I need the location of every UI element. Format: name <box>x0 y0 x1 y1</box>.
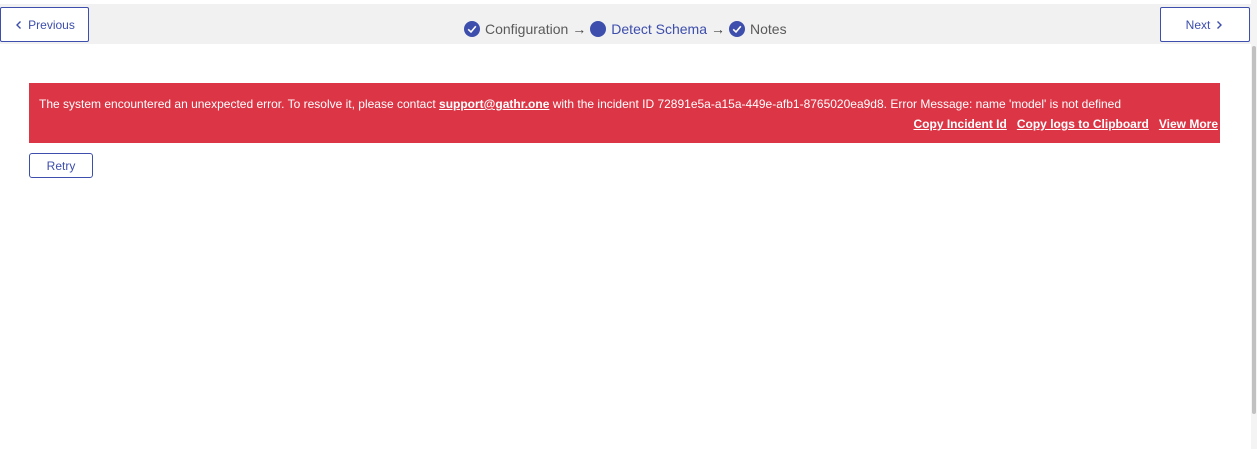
step-detect-schema[interactable]: Detect Schema <box>590 21 707 37</box>
error-message-suffix: with the incident ID 72891e5a-a15a-449e-… <box>549 97 1122 111</box>
previous-label: Previous <box>28 17 75 32</box>
copy-logs-link[interactable]: Copy logs to Clipboard <box>1017 117 1149 131</box>
step-arrow: → <box>572 21 587 37</box>
retry-button[interactable]: Retry <box>29 153 93 178</box>
next-button[interactable]: Next <box>1160 7 1250 42</box>
wizard-steps: Configuration → Detect Schema → Notes <box>464 18 787 40</box>
copy-incident-id-link[interactable]: Copy Incident Id <box>914 117 1007 131</box>
wizard-header: Previous Configuration → Detect Schema →… <box>0 4 1251 44</box>
error-message: The system encountered an unexpected err… <box>39 97 1121 111</box>
vertical-scrollbar[interactable] <box>1251 0 1257 449</box>
error-actions: Copy Incident Id Copy logs to Clipboard … <box>914 117 1218 131</box>
support-email-link[interactable]: support@gathr.one <box>439 97 549 111</box>
step-label: Detect Schema <box>611 21 707 37</box>
view-more-link[interactable]: View More <box>1159 117 1218 131</box>
chevron-right-icon <box>1217 20 1223 29</box>
previous-button[interactable]: Previous <box>0 7 89 42</box>
step-notes[interactable]: Notes <box>729 21 787 37</box>
check-circle-icon <box>729 21 745 37</box>
scrollbar-thumb[interactable] <box>1252 46 1256 414</box>
step-configuration[interactable]: Configuration <box>464 21 568 37</box>
next-label: Next <box>1185 17 1211 32</box>
step-label: Configuration <box>485 21 569 37</box>
error-banner: The system encountered an unexpected err… <box>29 83 1220 143</box>
step-arrow: → <box>711 21 725 37</box>
filled-circle-icon <box>590 21 607 37</box>
check-circle-icon <box>464 21 480 37</box>
chevron-left-icon <box>16 20 22 29</box>
step-label: Notes <box>750 21 787 37</box>
error-message-prefix: The system encountered an unexpected err… <box>39 97 440 111</box>
